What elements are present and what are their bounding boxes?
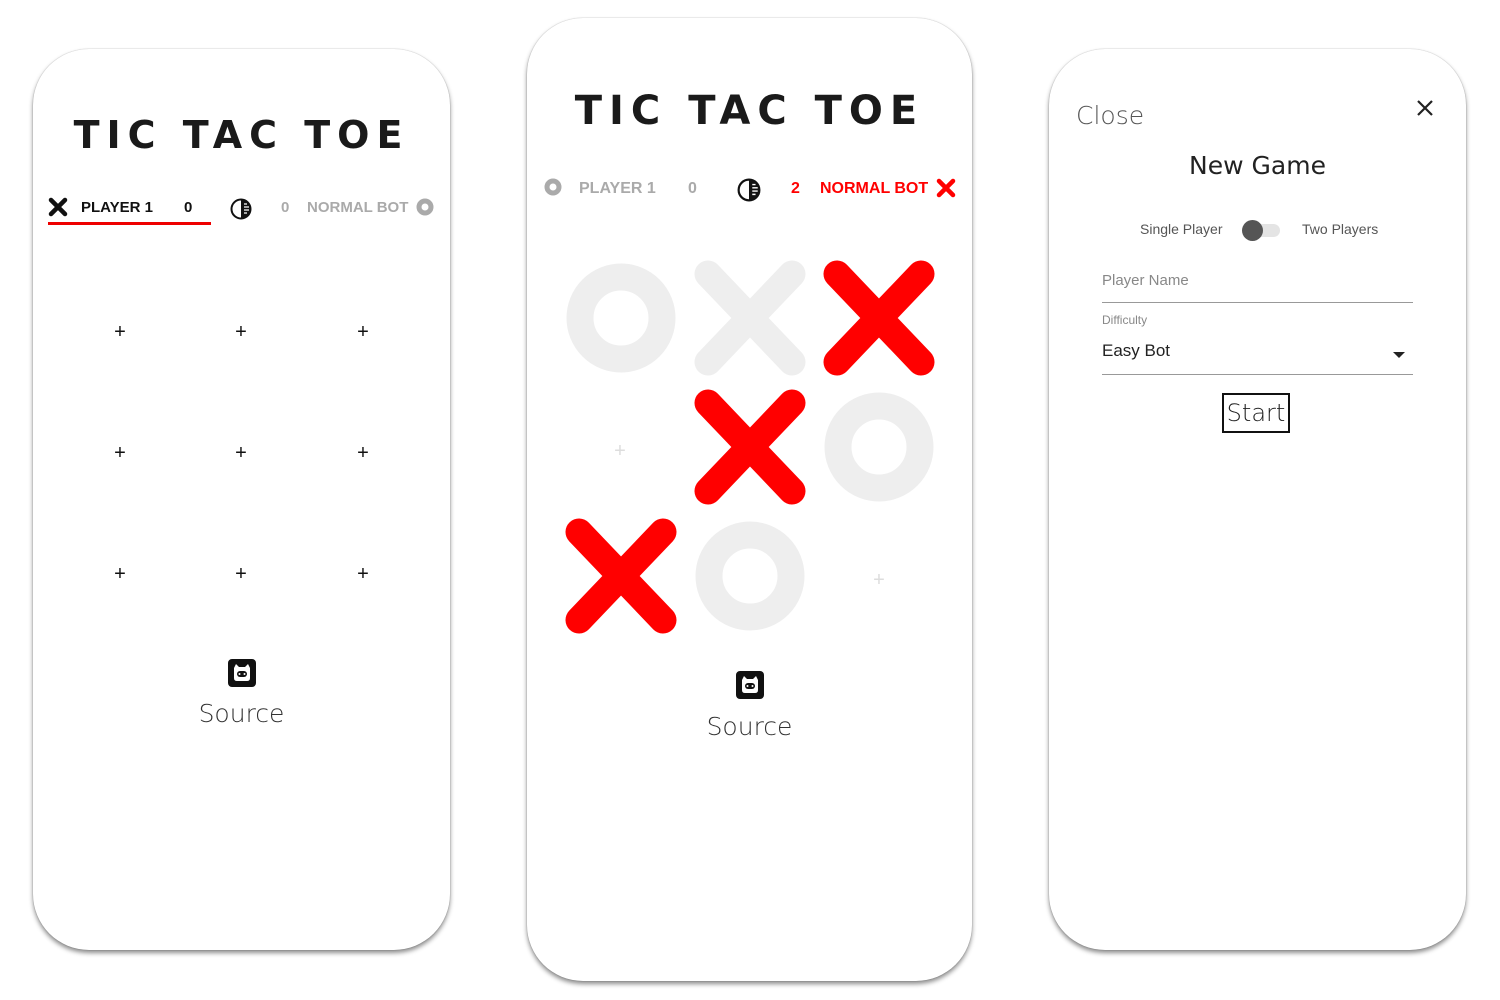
active-turn-indicator xyxy=(48,222,211,225)
phone-middle-game-screen: TIC TAC TOE PLAYER 1 0 2 NORMAL BOT + + … xyxy=(527,18,972,981)
bot-mark-icon xyxy=(416,198,434,221)
app-title: TIC TAC TOE xyxy=(574,88,925,134)
contrast-icon[interactable] xyxy=(230,198,252,225)
board-cell-3-x-mark[interactable] xyxy=(819,258,939,378)
bot-mark-icon xyxy=(936,178,956,203)
player-name-placeholder: Player Name xyxy=(1102,272,1189,289)
chevron-down-icon xyxy=(1392,346,1406,364)
github-icon[interactable] xyxy=(228,659,256,687)
source-link[interactable]: Source xyxy=(527,712,972,741)
board-cell-2[interactable]: + xyxy=(231,322,251,342)
board-cell-9[interactable]: + xyxy=(869,570,889,590)
two-players-label: Two Players xyxy=(1302,221,1379,237)
board-cell-5-x-mark[interactable] xyxy=(690,387,810,507)
player-name-field[interactable]: Player Name xyxy=(1102,268,1413,303)
board-cell-4[interactable]: + xyxy=(610,441,630,461)
player-1-score: 0 xyxy=(184,199,193,216)
board-cell-1[interactable]: + xyxy=(110,322,130,342)
mode-toggle-row: Single Player Two Players xyxy=(1049,219,1466,241)
app-title: TIC TAC TOE xyxy=(73,113,410,157)
board-cell-9[interactable]: + xyxy=(353,564,373,584)
difficulty-select[interactable]: Difficulty Easy Bot xyxy=(1102,312,1413,375)
start-button[interactable]: Start xyxy=(1222,393,1290,433)
phone-left-game-screen: TIC TAC TOE PLAYER 1 0 0 NORMAL BOT + + … xyxy=(33,49,450,950)
board-cell-6[interactable]: + xyxy=(353,443,373,463)
dialog-title: New Game xyxy=(1189,151,1326,180)
source-link[interactable]: Source xyxy=(33,699,450,728)
player-1-mark-icon xyxy=(544,178,562,201)
toggle-thumb xyxy=(1242,220,1263,241)
board-cell-5[interactable]: + xyxy=(231,443,251,463)
player-1-name: PLAYER 1 xyxy=(579,180,656,197)
phone-right-new-game-dialog: Close New Game Single Player Two Players… xyxy=(1049,49,1466,950)
player-1-score: 0 xyxy=(688,180,697,197)
board-cell-6-o-mark[interactable] xyxy=(819,387,939,507)
player-1-mark-icon xyxy=(48,197,68,222)
contrast-icon[interactable] xyxy=(737,178,761,207)
close-icon[interactable] xyxy=(1412,95,1438,121)
board-cell-7[interactable]: + xyxy=(110,564,130,584)
close-label[interactable]: Close xyxy=(1076,101,1144,130)
difficulty-value: Easy Bot xyxy=(1102,341,1171,360)
board-cell-7-x-mark[interactable] xyxy=(561,516,681,636)
single-player-label: Single Player xyxy=(1140,221,1223,237)
bot-name: NORMAL BOT xyxy=(820,180,929,197)
board-cell-3[interactable]: + xyxy=(353,322,373,342)
board-cell-8-o-mark[interactable] xyxy=(690,516,810,636)
player-1-name: PLAYER 1 xyxy=(81,199,153,216)
difficulty-label: Difficulty xyxy=(1102,313,1148,327)
bot-name: NORMAL BOT xyxy=(307,199,409,216)
board-cell-1-o-mark[interactable] xyxy=(561,258,681,378)
bot-score: 2 xyxy=(791,180,800,197)
mode-toggle-switch[interactable] xyxy=(1242,220,1282,241)
github-icon[interactable] xyxy=(736,671,764,699)
board-cell-8[interactable]: + xyxy=(231,564,251,584)
board-cell-2-x-mark[interactable] xyxy=(690,258,810,378)
bot-score: 0 xyxy=(281,199,290,216)
board-cell-4[interactable]: + xyxy=(110,443,130,463)
